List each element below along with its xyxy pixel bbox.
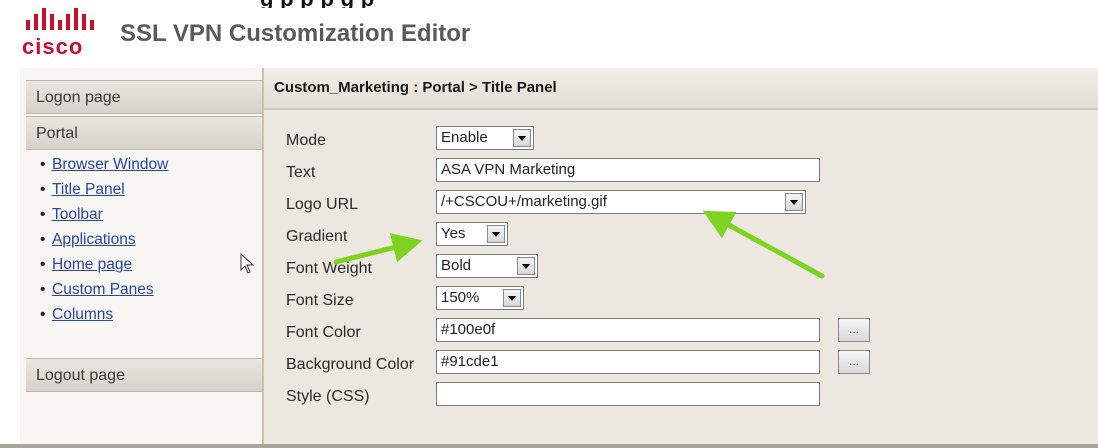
gradient-label: Gradient [286,228,348,245]
content-panel: Custom_Marketing : Portal > Title Panel … [264,68,1098,448]
text-input[interactable]: ASA VPN Marketing [436,158,820,182]
dropdown-arrow-icon[interactable] [513,129,531,147]
list-item[interactable]: • Title Panel [40,177,168,202]
list-item[interactable]: • Toolbar [40,202,168,227]
cisco-logo-text: cisco [22,34,84,59]
sidebar-item-logon-page[interactable]: Logon page [26,80,262,114]
app-title: SSL VPN Customization Editor [120,20,471,47]
header: g p p p g p cisco SSL VPN Customization … [0,0,1098,70]
bottom-border [0,444,1098,448]
font-size-label: Font Size [286,292,354,309]
sidebar: Logon page Portal • Browser Window • Title… [20,68,264,448]
font-color-input[interactable]: #100e0f [436,318,820,342]
sidebar-item-logout-page[interactable]: Logout page [26,358,262,392]
editor-frame: Logon page Portal • Browser Window • Title… [20,68,1098,448]
dropdown-arrow-icon[interactable] [487,225,505,243]
font-color-label: Font Color [286,324,361,341]
text-label: Text [286,164,316,181]
dropdown-arrow-icon[interactable] [785,193,803,211]
breadcrumb: Custom_Marketing : Portal > Title Panel [264,68,1098,110]
dropdown-arrow-icon[interactable] [517,257,535,275]
mouse-pointer-icon [240,252,256,280]
link-browser-window[interactable]: Browser Window [52,156,168,173]
cisco-logo-icon: cisco [22,6,110,59]
font-color-picker-button[interactable]: ... [838,318,870,342]
background-color-label: Background Color [286,356,415,373]
background-color-input[interactable]: #91cde1 [436,350,820,374]
list-item[interactable]: • Applications [40,227,168,252]
logo-url-select[interactable]: /+CSCOU+/marketing.gif [436,190,806,214]
style-css-input[interactable] [436,382,820,406]
background-color-picker-button[interactable]: ... [838,350,870,374]
mode-label: Mode [286,132,327,149]
list-item[interactable]: • Columns [40,302,168,327]
dropdown-arrow-icon[interactable] [503,289,521,307]
list-item[interactable]: • Custom Panes [40,277,168,302]
font-weight-label: Font Weight [286,260,372,277]
logo-url-label: Logo URL [286,196,359,213]
link-toolbar[interactable]: Toolbar [52,206,103,223]
font-weight-select[interactable]: Bold [436,254,538,278]
link-title-panel[interactable]: Title Panel [52,181,125,198]
link-columns[interactable]: Columns [52,306,113,323]
font-size-select[interactable]: 150% [436,286,524,310]
cropped-top-text: g p p p g p [260,0,1098,8]
style-css-label: Style (CSS) [286,388,370,405]
list-item[interactable]: • Browser Window [40,152,168,177]
sidebar-item-portal[interactable]: Portal [26,116,262,150]
gradient-select[interactable]: Yes [436,222,508,246]
list-item[interactable]: • Home page [40,252,168,277]
portal-links-list: • Browser Window • Title Panel • Toolbar • A… [40,152,168,327]
mode-select[interactable]: Enable [436,126,534,150]
link-applications[interactable]: Applications [52,231,136,248]
link-custom-panes[interactable]: Custom Panes [52,281,154,298]
link-home-page[interactable]: Home page [52,256,132,273]
